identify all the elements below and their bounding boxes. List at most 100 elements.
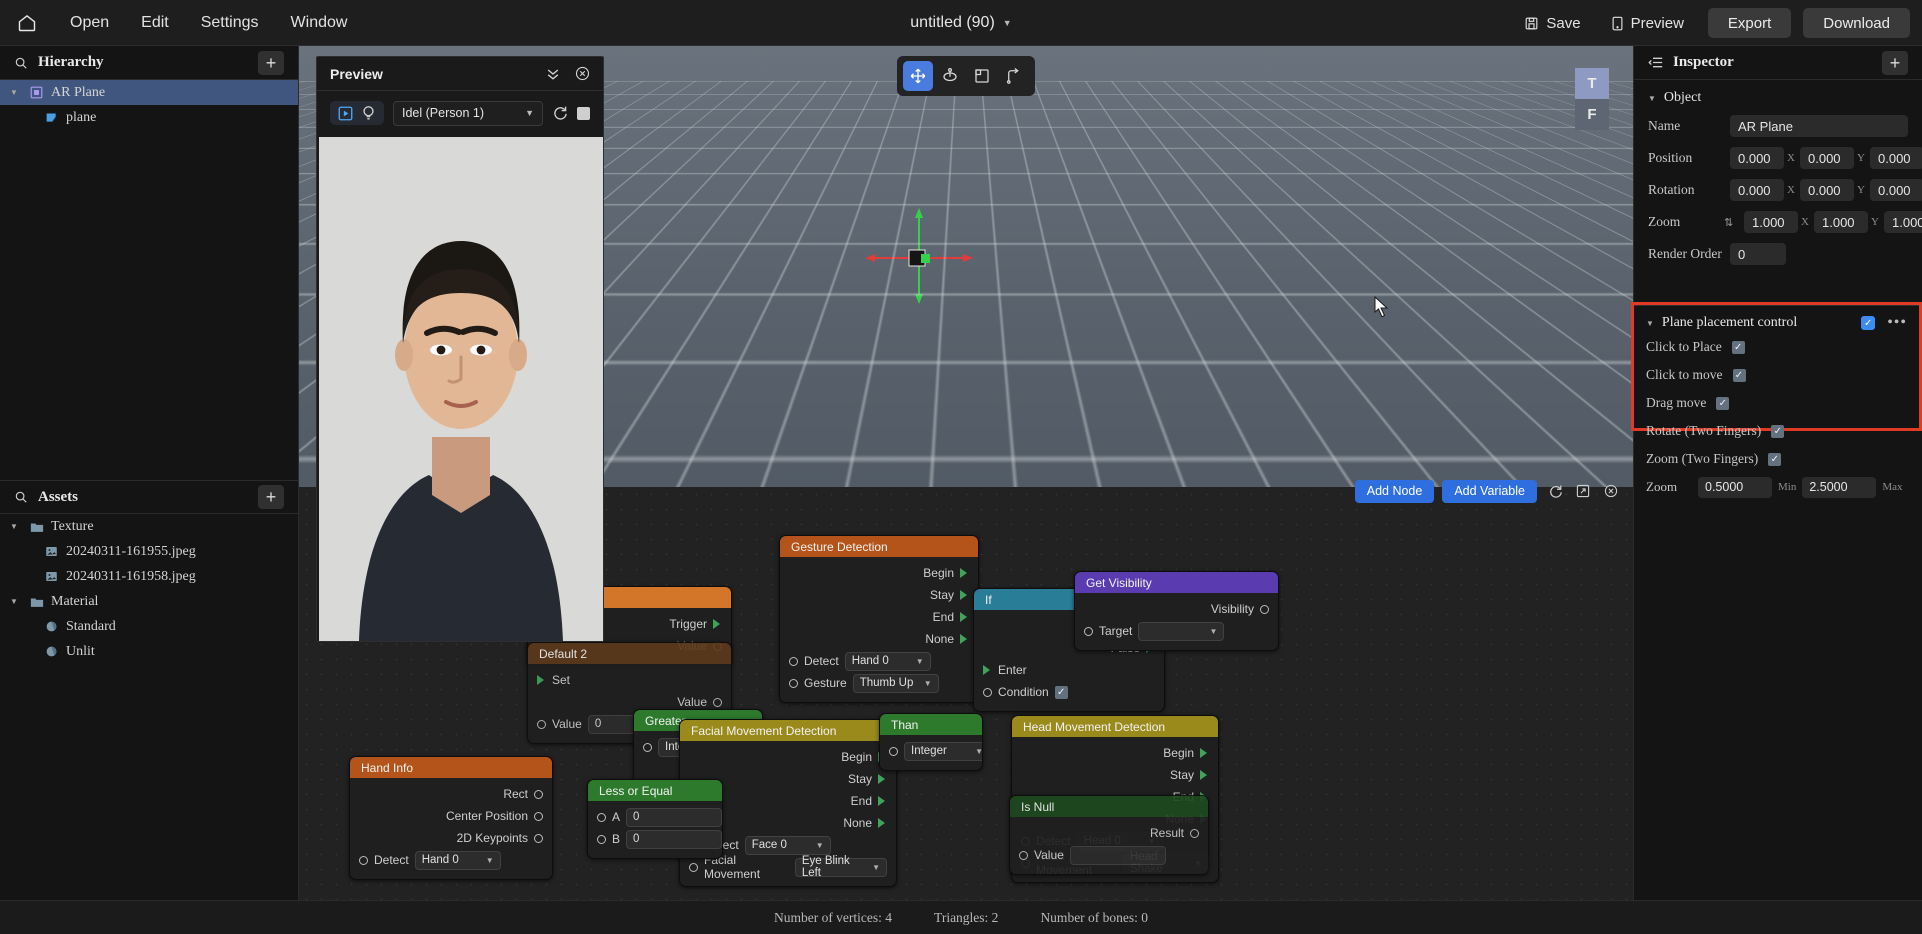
lightbulb-icon[interactable] — [361, 105, 376, 121]
rotate-tool[interactable] — [935, 61, 965, 91]
zoom-y-field[interactable]: 1.000 — [1814, 211, 1868, 233]
graph-node-select[interactable]: Thumb Up ▼ — [852, 673, 939, 693]
node-data-pin-icon[interactable] — [1260, 604, 1269, 614]
node-data-pin-icon[interactable] — [359, 855, 368, 865]
expand-arrow-icon[interactable]: ▼ — [10, 88, 22, 97]
transform-gizmo[interactable] — [859, 206, 979, 306]
plane-control-option-checkbox[interactable]: ✓ — [1771, 424, 1785, 438]
node-data-pin-icon[interactable] — [597, 812, 606, 822]
rotation-z-field[interactable]: 0.000 — [1870, 179, 1922, 201]
node-exec-pin-icon[interactable] — [960, 634, 969, 644]
assets-item-image-1[interactable]: 20240311-161955.jpeg — [0, 539, 298, 564]
position-x-field[interactable]: 0.000 — [1730, 147, 1784, 169]
add-variable-button[interactable]: Add Variable — [1442, 479, 1537, 503]
node-data-pin-icon[interactable] — [789, 678, 798, 688]
chevrons-down-icon[interactable] — [545, 67, 561, 81]
plane-control-header[interactable]: ▼ Plane placement control ✓ ••• — [1634, 305, 1919, 333]
node-exec-pin-icon[interactable] — [983, 665, 992, 675]
add-node-button[interactable]: Add Node — [1354, 479, 1435, 503]
graph-node-header[interactable]: Than — [880, 714, 982, 735]
scale-tool[interactable] — [967, 61, 997, 91]
assets-item-standard[interactable]: Standard — [0, 614, 298, 639]
node-data-pin-icon[interactable] — [643, 742, 652, 752]
graph-node-header[interactable]: Get Visibility — [1075, 572, 1278, 593]
graph-node-select[interactable]: Hand 0 ▼ — [844, 651, 931, 671]
graph-node-input[interactable]: 0 — [626, 807, 722, 827]
refresh-icon[interactable] — [552, 105, 568, 121]
zoom-z-field[interactable]: 1.000 — [1884, 211, 1922, 233]
graph-node-select[interactable]: Integer ▼ — [904, 741, 982, 761]
home-button[interactable] — [0, 0, 54, 46]
search-icon[interactable] — [14, 56, 28, 70]
node-exec-pin-icon[interactable] — [878, 796, 887, 806]
node-data-pin-icon[interactable] — [1019, 850, 1028, 860]
node-exec-pin-icon[interactable] — [960, 612, 969, 622]
node-exec-pin-icon[interactable] — [1200, 748, 1209, 758]
assets-item-texture-folder[interactable]: ▼ Texture — [0, 514, 298, 539]
node-data-pin-icon[interactable] — [534, 811, 543, 821]
download-button[interactable]: Download — [1803, 8, 1910, 38]
node-exec-pin-icon[interactable] — [960, 568, 969, 578]
link-lock-icon[interactable]: ⇅ — [1724, 216, 1736, 229]
node-data-pin-icon[interactable] — [1084, 626, 1093, 636]
search-icon[interactable] — [14, 490, 28, 504]
rotation-x-field[interactable]: 0.000 — [1730, 179, 1784, 201]
play-box-icon[interactable] — [338, 106, 353, 121]
graph-popout-icon[interactable] — [1573, 481, 1593, 501]
node-exec-pin-icon[interactable] — [878, 818, 887, 828]
graph-node[interactable]: Less or Equal A 0 B 0 — [587, 779, 723, 859]
hierarchy-item-plane[interactable]: plane — [0, 105, 298, 130]
stop-square-icon[interactable] — [577, 106, 590, 120]
position-y-field[interactable]: 0.000 — [1800, 147, 1854, 169]
preview-source-select[interactable]: Idel (Person 1) ▼ — [393, 100, 543, 126]
zoom-x-field[interactable]: 1.000 — [1744, 211, 1798, 233]
graph-node-select[interactable]: Face 0 ▼ — [744, 835, 831, 855]
assets-item-unlit[interactable]: Unlit — [0, 639, 298, 664]
preview-button[interactable]: Preview — [1599, 8, 1696, 38]
graph-node-header[interactable]: Less or Equal — [588, 780, 722, 801]
plane-control-enable-checkbox[interactable]: ✓ — [1861, 316, 1876, 330]
node-data-pin-icon[interactable] — [537, 719, 546, 729]
node-data-pin-icon[interactable] — [689, 862, 698, 872]
graph-node-checkbox[interactable]: ✓ — [1054, 685, 1068, 699]
node-exec-pin-icon[interactable] — [537, 675, 546, 685]
node-data-pin-icon[interactable] — [983, 687, 992, 697]
plane-control-option-checkbox[interactable]: ✓ — [1731, 340, 1745, 354]
graph-node[interactable]: Is Null Result Value — [1009, 795, 1209, 875]
graph-node-header[interactable]: Default 2 — [528, 643, 731, 664]
graph-close-icon[interactable] — [1601, 481, 1621, 501]
preview-stage[interactable] — [319, 137, 603, 641]
chevron-down-icon[interactable]: ▼ — [1003, 18, 1012, 28]
plane-zoom-min-field[interactable]: 0.5000 — [1698, 476, 1772, 498]
menu-open[interactable]: Open — [54, 0, 125, 46]
object-section-header[interactable]: ▼ Object — [1634, 80, 1922, 110]
graph-node-input[interactable] — [1069, 845, 1166, 865]
node-data-pin-icon[interactable] — [597, 834, 606, 844]
plane-control-menu-icon[interactable]: ••• — [1887, 315, 1907, 331]
save-button[interactable]: Save — [1512, 8, 1592, 38]
graph-node-select[interactable]: ▼ — [1138, 621, 1225, 641]
badge-front[interactable]: F — [1575, 99, 1609, 130]
graph-node-header[interactable]: Hand Info — [350, 757, 552, 778]
plane-control-option-checkbox[interactable]: ✓ — [1732, 368, 1746, 382]
expand-arrow-icon[interactable]: ▼ — [10, 597, 22, 606]
node-data-pin-icon[interactable] — [534, 833, 543, 843]
node-data-pin-icon[interactable] — [534, 789, 543, 799]
plane-zoom-max-field[interactable]: 2.5000 — [1802, 476, 1877, 498]
inspector-add-button[interactable]: + — [1882, 50, 1908, 75]
expand-arrow-icon[interactable]: ▼ — [10, 522, 22, 531]
pivot-tool[interactable] — [999, 61, 1029, 91]
node-exec-pin-icon[interactable] — [713, 619, 722, 629]
plane-control-option-checkbox[interactable]: ✓ — [1768, 452, 1782, 466]
graph-node-header[interactable]: Is Null — [1010, 796, 1208, 817]
graph-node-header[interactable]: Head Movement Detection — [1012, 716, 1218, 737]
graph-node-input[interactable]: 0 — [626, 829, 722, 849]
assets-item-material-folder[interactable]: ▼ Material — [0, 589, 298, 614]
rotation-y-field[interactable]: 0.000 — [1800, 179, 1854, 201]
export-button[interactable]: Export — [1707, 8, 1792, 38]
hierarchy-item-ar-plane[interactable]: ▼ AR Plane — [0, 80, 298, 105]
node-data-pin-icon[interactable] — [889, 746, 898, 756]
collapse-arrow-icon[interactable]: ▼ — [1648, 94, 1656, 103]
graph-node-select[interactable]: Hand 0 ▼ — [414, 850, 501, 870]
assets-add-button[interactable]: + — [258, 485, 284, 509]
